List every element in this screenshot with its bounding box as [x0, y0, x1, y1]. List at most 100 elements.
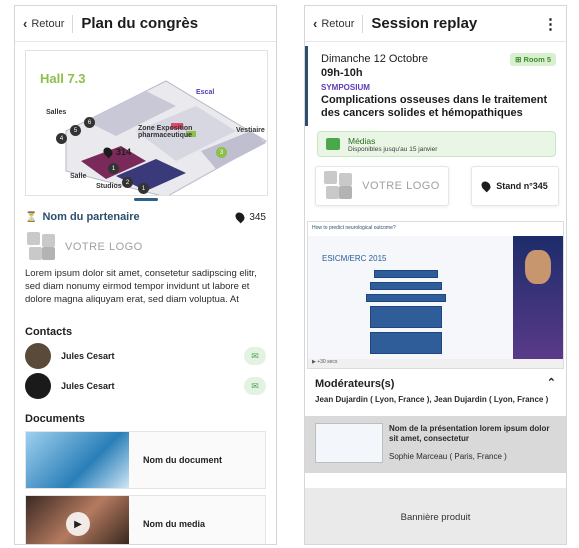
session-type: SYMPOSIUM	[321, 83, 370, 92]
video-controls[interactable]: ▶ +30 secs	[308, 359, 563, 368]
carousel-indicator[interactable]	[134, 198, 158, 201]
presentation-item[interactable]: Nom de la présentation lorem ipsum dolor…	[305, 416, 566, 473]
map-label-escal: Escal	[196, 89, 215, 96]
video-player[interactable]: How to predict neurological outcome? ESI…	[307, 221, 564, 369]
location-pin-icon	[233, 210, 247, 224]
page-title: Session replay	[371, 15, 478, 32]
slide-box	[370, 306, 442, 328]
presentation-title: Nom de la présentation lorem ipsum dolor…	[389, 424, 550, 443]
map-room-number[interactable]: 3	[216, 147, 227, 158]
session-replay-screen: ‹ Retour Session replay ⋮ Dimanche 12 Oc…	[304, 5, 567, 545]
presentation-thumbnail	[315, 423, 383, 463]
stand-marker[interactable]: 314	[101, 145, 132, 159]
video-slide-title: How to predict neurological outcome?	[312, 225, 396, 231]
contact-name: Jules Cesart	[61, 381, 115, 391]
documents-heading: Documents	[25, 413, 85, 425]
map-room-number[interactable]: 1	[108, 163, 119, 174]
video-slide: ESICM/ERC 2015	[308, 236, 520, 361]
play-icon[interactable]: ▶	[66, 512, 90, 536]
map-room-number[interactable]: 4	[56, 133, 67, 144]
contacts-heading: Contacts	[25, 326, 73, 338]
more-options-icon[interactable]: ⋮	[543, 15, 558, 33]
logo-text: VOTRE LOGO	[65, 241, 143, 253]
media-item[interactable]: ▶ Nom du media	[25, 495, 266, 544]
speaker-face	[525, 250, 551, 284]
chevron-left-icon: ‹	[313, 16, 318, 31]
speaker-camera	[513, 236, 563, 361]
map-label-vestiaire: Vestiaire	[236, 127, 265, 134]
sponsor-logo: VOTRE LOGO	[324, 171, 440, 201]
document-label: Nom du document	[143, 455, 222, 465]
document-item[interactable]: Nom du document	[25, 431, 266, 489]
page-title: Plan du congrès	[81, 15, 199, 32]
moderators-heading: Modérateurs(s)	[315, 378, 395, 390]
partner-name: ⏳ Nom du partenaire	[25, 211, 140, 223]
slide-box	[374, 270, 438, 278]
congress-map-screen: ‹ Retour Plan du congrès Hall 7.3 Salles…	[14, 5, 277, 545]
mail-icon[interactable]: ✉	[244, 377, 266, 395]
stand-card[interactable]: Stand n°345	[471, 166, 559, 206]
session-time: 09h-10h	[321, 67, 363, 79]
chevron-up-icon[interactable]: ⌃	[547, 376, 556, 389]
map-room-number[interactable]: 2	[122, 177, 133, 188]
logo-text: VOTRE LOGO	[362, 180, 440, 192]
map-label-salles: Salles	[46, 109, 67, 116]
room-badge: ⊞ Room 5	[510, 53, 556, 66]
location-pin-icon	[479, 179, 493, 193]
avatar	[25, 343, 51, 369]
room-label: Room 5	[523, 55, 551, 64]
banner-label: Bannière produit	[400, 511, 471, 523]
back-label: Retour	[31, 17, 65, 30]
map-label-studios: Studios	[96, 183, 122, 190]
sponsor-logo-card[interactable]: VOTRE LOGO	[315, 166, 449, 206]
stand-label: Stand n°345	[496, 181, 548, 191]
skip-label: +30 secs	[317, 359, 338, 365]
back-button[interactable]: ‹ Retour	[23, 14, 74, 33]
contact-item[interactable]: Jules Cesart ✉	[25, 343, 266, 369]
chevron-left-icon: ‹	[23, 16, 28, 31]
map-room-number[interactable]: 5	[70, 125, 81, 136]
map-label-zone: Zone Exposition pharmaceutique	[138, 125, 193, 139]
mail-icon[interactable]: ✉	[244, 347, 266, 365]
session-date: Dimanche 12 Octobre	[321, 53, 428, 65]
top-bar: ‹ Retour Session replay ⋮	[305, 6, 566, 42]
logo-mark-icon	[324, 171, 354, 201]
presentation-author: Sophie Marceau ( Paris, France )	[389, 452, 507, 461]
contact-item[interactable]: Jules Cesart ✉	[25, 373, 266, 399]
session-title: Complications osseuses dans le traitemen…	[321, 94, 548, 119]
top-bar: ‹ Retour Plan du congrès	[15, 6, 276, 42]
contact-name: Jules Cesart	[61, 351, 115, 361]
product-banner[interactable]: Bannière produit	[305, 488, 566, 544]
slide-box	[366, 294, 446, 302]
partner-description: Lorem ipsum dolor sit amet, consetetur s…	[25, 268, 257, 305]
slide-box	[370, 332, 442, 354]
partner-row: ⏳ Nom du partenaire 345	[25, 210, 266, 224]
media-thumbnail: ▶	[26, 496, 129, 544]
avatar	[25, 373, 51, 399]
document-thumbnail	[26, 432, 129, 488]
moderators-list: Jean Dujardin ( Lyon, France ), Jean Duj…	[315, 395, 549, 404]
video-slide-heading: ESICM/ERC 2015	[322, 254, 387, 263]
hourglass-icon: ⏳	[25, 211, 38, 223]
media-banner[interactable]: Médias Disponibles jusqu'au 15 janvier	[317, 131, 556, 157]
partner-booth-number: 345	[249, 211, 266, 223]
logo-mark-icon	[27, 232, 57, 262]
partner-booth: 345	[233, 210, 266, 224]
back-button[interactable]: ‹ Retour	[313, 14, 364, 33]
map-room-number[interactable]: 1	[138, 183, 149, 194]
media-title: Médias	[348, 135, 376, 146]
room-icon: ⊞	[515, 55, 522, 64]
hall-map[interactable]: Hall 7.3 Salles Zone Exposition pharmace…	[25, 50, 268, 196]
slide-box	[370, 282, 442, 290]
media-subtitle: Disponibles jusqu'au 15 janvier	[348, 145, 438, 153]
map-label-salle: Salle	[70, 173, 87, 180]
stand-number: 314	[116, 147, 132, 157]
partner-logo: VOTRE LOGO	[27, 232, 143, 262]
media-label: Nom du media	[143, 519, 206, 529]
accent-stripe	[305, 46, 308, 126]
hall-title: Hall 7.3	[40, 71, 86, 86]
back-label: Retour	[321, 17, 355, 30]
partner-name-label: Nom du partenaire	[42, 211, 140, 223]
location-pin-icon	[101, 145, 115, 159]
map-room-number[interactable]: 6	[84, 117, 95, 128]
